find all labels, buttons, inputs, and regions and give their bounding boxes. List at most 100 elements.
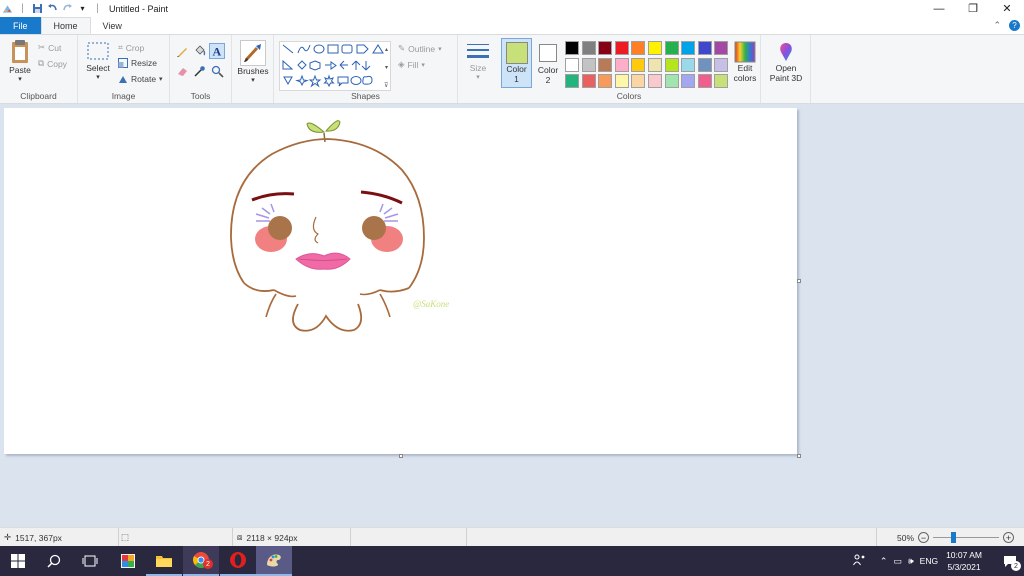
paste-button[interactable]: Paste ▾ bbox=[6, 39, 34, 85]
outline-button[interactable]: ✎ Outline ▾ bbox=[398, 43, 442, 54]
color-swatch[interactable] bbox=[565, 57, 579, 72]
clipboard-group: Paste ▾ ✂ Cut ⧉ Copy Clipboard bbox=[0, 35, 78, 103]
redo-icon[interactable] bbox=[62, 3, 73, 14]
color-swatch[interactable] bbox=[714, 41, 729, 55]
color-swatch[interactable] bbox=[648, 74, 662, 89]
color-swatch[interactable] bbox=[631, 57, 646, 72]
color-swatch[interactable] bbox=[681, 57, 696, 72]
tab-file[interactable]: File bbox=[0, 17, 41, 34]
shapes-gallery-icons[interactable]: ▴ ▾ ⊽ bbox=[280, 42, 392, 92]
rotate-button[interactable]: Rotate ▾ bbox=[118, 74, 163, 84]
zoom-slider-thumb[interactable] bbox=[951, 532, 957, 543]
color-swatch[interactable] bbox=[581, 41, 596, 55]
taskbar-file-explorer[interactable] bbox=[146, 546, 182, 576]
resize-label: Resize bbox=[131, 58, 157, 68]
select-button[interactable]: Select ▾ bbox=[84, 41, 112, 83]
save-icon[interactable] bbox=[32, 3, 43, 14]
clock[interactable]: 10:07 AM 5/3/2021 bbox=[946, 549, 982, 573]
color-swatch[interactable] bbox=[714, 74, 729, 89]
eraser-icon[interactable] bbox=[176, 65, 189, 78]
fill-bucket-icon[interactable] bbox=[193, 45, 206, 58]
battery-icon[interactable]: ▭ bbox=[893, 556, 902, 567]
fill-button[interactable]: ◈ Fill ▾ bbox=[398, 59, 425, 70]
taskbar-chrome[interactable]: 2 bbox=[183, 546, 219, 576]
select-dropdown-icon[interactable]: ▾ bbox=[96, 73, 100, 83]
color-swatch[interactable] bbox=[581, 74, 596, 89]
taskbar-app-store[interactable] bbox=[110, 546, 146, 576]
canvas-resize-handle-corner[interactable] bbox=[797, 454, 801, 458]
resize-button[interactable]: Resize bbox=[118, 58, 157, 68]
show-hidden-icons-icon[interactable]: ⌃ bbox=[880, 556, 888, 567]
open-paint3d-label-2: Paint 3D bbox=[769, 73, 803, 83]
color-swatch[interactable] bbox=[598, 41, 613, 55]
color-swatch[interactable] bbox=[614, 57, 629, 72]
color-swatch[interactable] bbox=[714, 57, 729, 72]
color-swatch[interactable] bbox=[565, 74, 579, 89]
minimize-button[interactable]: — bbox=[922, 0, 956, 17]
color-swatch[interactable] bbox=[614, 74, 629, 89]
restore-button[interactable]: ❐ bbox=[956, 0, 990, 17]
windows-logo-icon bbox=[11, 554, 25, 568]
action-center-button[interactable]: 2 bbox=[996, 546, 1024, 576]
tab-home[interactable]: Home bbox=[40, 17, 91, 34]
color-swatch[interactable] bbox=[664, 74, 679, 89]
scissors-icon: ✂ bbox=[38, 42, 46, 52]
taskbar-opera[interactable] bbox=[220, 546, 256, 576]
tab-view[interactable]: View bbox=[91, 17, 134, 34]
canvas-resize-handle-right[interactable] bbox=[797, 279, 801, 283]
cut-button[interactable]: ✂ Cut bbox=[38, 42, 61, 53]
zoom-in-icon[interactable]: + bbox=[1003, 532, 1015, 543]
brushes-button[interactable]: Brushes ▾ bbox=[235, 40, 271, 86]
close-button[interactable]: ✕ bbox=[990, 0, 1024, 17]
pencil-icon[interactable] bbox=[176, 45, 189, 58]
fill-label: Fill bbox=[407, 59, 419, 70]
task-view-button[interactable] bbox=[72, 546, 108, 576]
help-icon[interactable]: ? bbox=[1009, 20, 1020, 31]
paint-app-icon[interactable] bbox=[2, 3, 13, 14]
edit-colors-button[interactable]: Edit colors bbox=[730, 41, 760, 83]
brushes-group: Brushes ▾ bbox=[232, 35, 274, 103]
drawing-canvas[interactable]: @SaKone bbox=[4, 108, 797, 454]
color-swatch[interactable] bbox=[614, 41, 629, 55]
color-swatch[interactable] bbox=[697, 74, 712, 89]
color-swatch[interactable] bbox=[664, 57, 679, 72]
zoom-out-icon[interactable]: − bbox=[918, 532, 930, 543]
color-swatch[interactable] bbox=[631, 41, 646, 55]
people-icon[interactable] bbox=[852, 554, 866, 568]
language-indicator[interactable]: ENG bbox=[920, 556, 938, 566]
color-swatch[interactable] bbox=[581, 57, 596, 72]
customize-toolbar-icon[interactable]: ▾ bbox=[77, 3, 88, 14]
taskbar-paint[interactable] bbox=[256, 546, 292, 576]
color-picker-icon[interactable] bbox=[193, 65, 206, 78]
undo-icon[interactable] bbox=[47, 3, 58, 14]
color-swatch[interactable] bbox=[598, 57, 613, 72]
minimize-ribbon-icon[interactable]: ⌃ bbox=[993, 20, 1001, 31]
paste-dropdown-icon[interactable]: ▾ bbox=[18, 75, 22, 85]
color-swatch[interactable] bbox=[681, 74, 696, 89]
color-swatch[interactable] bbox=[681, 41, 696, 55]
ribbon-tabs: File Home View ⌃ ? bbox=[0, 17, 1024, 34]
search-button[interactable] bbox=[36, 546, 72, 576]
color-swatch[interactable] bbox=[664, 41, 679, 55]
canvas-resize-handle-bottom[interactable] bbox=[399, 454, 403, 458]
start-button[interactable] bbox=[0, 546, 36, 576]
color-swatch[interactable] bbox=[598, 74, 613, 89]
color-swatch[interactable] bbox=[648, 41, 662, 55]
svg-text:▾: ▾ bbox=[385, 65, 388, 71]
size-button[interactable]: Size ▾ bbox=[463, 41, 493, 83]
zoom-slider[interactable] bbox=[933, 532, 1000, 543]
color-swatch[interactable] bbox=[697, 57, 712, 72]
window-controls: — ❐ ✕ bbox=[922, 0, 1024, 17]
text-tool-icon[interactable]: A bbox=[209, 43, 225, 59]
svg-text:▴: ▴ bbox=[385, 47, 388, 53]
color-swatch[interactable] bbox=[565, 41, 579, 55]
color-swatch[interactable] bbox=[631, 74, 646, 89]
magnifier-icon[interactable] bbox=[211, 65, 224, 78]
crop-button[interactable]: ⌗ Crop bbox=[118, 42, 144, 53]
volume-icon[interactable]: 🕪 bbox=[908, 556, 914, 567]
color-swatch[interactable] bbox=[697, 41, 712, 55]
zoom-slider-track bbox=[933, 537, 1000, 538]
open-paint3d-button[interactable]: Open Paint 3D bbox=[765, 41, 807, 83]
copy-button[interactable]: ⧉ Copy bbox=[38, 58, 67, 69]
color-swatch[interactable] bbox=[648, 57, 662, 72]
